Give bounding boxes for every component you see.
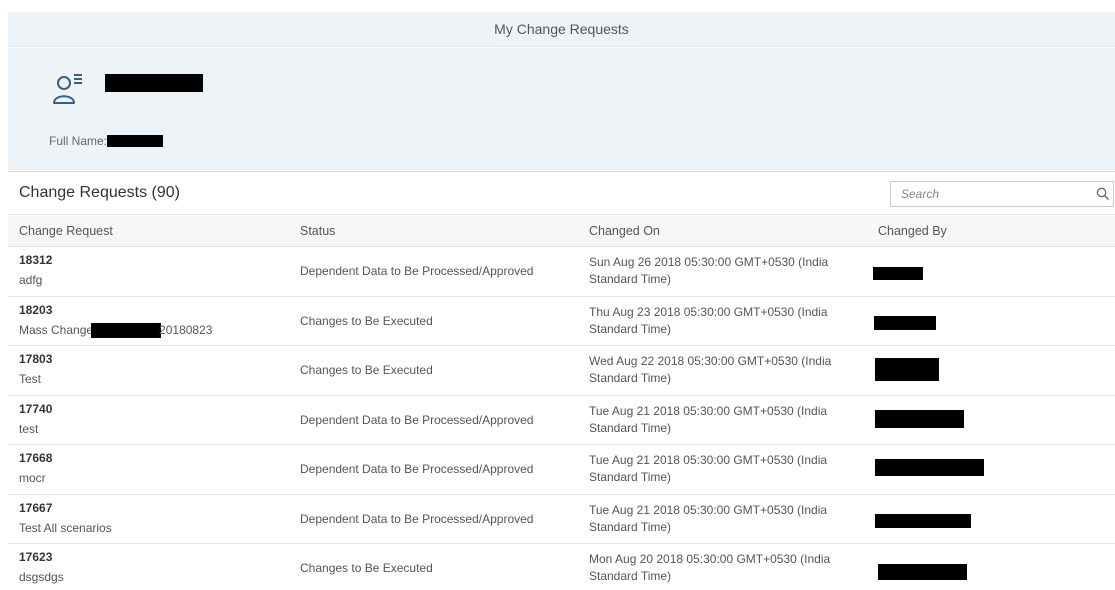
table-row[interactable]: 18312 adfg Dependent Data to Be Processe… [8,247,1115,297]
table-row[interactable]: 17668 mocr Dependent Data to Be Processe… [8,445,1115,495]
redacted-user-name [105,74,203,92]
redacted-changed-by [874,315,936,330]
redacted-changed-by [878,564,967,580]
table-row[interactable]: 17740 test Dependent Data to Be Processe… [8,395,1115,445]
redacted-full-name [107,135,164,147]
redacted-changed-by [875,459,984,476]
description-suffix: 20180823 [159,323,213,337]
description-prefix: Mass Change [19,323,94,337]
column-header-changed-by[interactable]: Changed By [878,224,947,238]
changed-on-text: Sun Aug 26 2018 05:30:00 GMT+0530 (India… [589,255,829,286]
change-request-description: Mass Change 20180823 [19,322,213,338]
page-title: My Change Requests [8,12,1115,47]
status-text: Dependent Data to Be Processed/Approved [300,264,534,278]
redacted-description-part [91,322,162,338]
change-request-description: dsgsdgs [19,570,64,584]
search-field[interactable] [890,181,1114,207]
change-request-description: mocr [19,471,46,485]
change-request-id: 17803 [19,352,53,366]
app: My Change Requests Full Name: Change Req… [8,0,1115,590]
status-text: Changes to Be Executed [300,363,433,377]
change-request-id: 17668 [19,451,53,465]
redacted-changed-by [875,513,971,528]
column-header-changed-on[interactable]: Changed On [589,224,660,238]
change-request-id: 18312 [19,253,53,267]
redacted-changed-by [875,409,964,428]
changed-on-text: Tue Aug 21 2018 05:30:00 GMT+0530 (India… [589,453,828,484]
full-name-label: Full Name: [49,134,108,148]
status-text: Changes to Be Executed [300,313,433,328]
search-icon[interactable] [1093,182,1113,206]
change-request-id: 17667 [19,500,53,515]
changed-on-text: Wed Aug 22 2018 05:30:00 GMT+0530 (India… [589,354,832,385]
change-request-description: test [19,421,39,436]
status-text: Dependent Data to Be Processed/Approved [300,412,534,427]
column-header-change-request[interactable]: Change Request [19,224,113,238]
search-input[interactable] [891,182,1093,206]
list-toolbar: Change Requests (90) [8,171,1115,215]
table-row[interactable]: 17803 Test Changes to Be Executed Wed Au… [8,346,1115,396]
status-text: Dependent Data to Be Processed/Approved [300,462,534,476]
user-list-icon [52,70,88,108]
column-header-status[interactable]: Status [300,224,335,238]
changed-on-text: Tue Aug 21 2018 05:30:00 GMT+0530 (India… [589,403,828,435]
table-row[interactable]: 18203 Mass Change 20180823 Changes to Be… [8,296,1115,346]
full-name-row: Full Name: [49,134,164,148]
change-request-description: Test All scenarios [19,520,112,535]
change-request-id: 17740 [19,401,53,416]
changed-on-text: Mon Aug 20 2018 05:30:00 GMT+0530 (India… [589,552,831,583]
change-request-id: 17623 [19,550,53,564]
changed-on-text: Thu Aug 23 2018 05:30:00 GMT+0530 (India… [589,304,828,336]
change-request-list: 18312 adfg Dependent Data to Be Processe… [8,247,1115,590]
redacted-changed-by [875,358,939,381]
list-title: Change Requests (90) [19,184,180,201]
redacted-changed-by [873,267,923,280]
table-row[interactable]: 17623 dsgsdgs Changes to Be Executed Mon… [8,544,1115,590]
table-header: Change Request Status Changed On Changed… [8,216,1115,247]
user-header: Full Name: [8,48,1115,170]
status-text: Changes to Be Executed [300,561,433,575]
table-row[interactable]: 17667 Test All scenarios Dependent Data … [8,494,1115,544]
change-request-id: 18203 [19,302,53,317]
change-request-description: adfg [19,273,43,287]
changed-on-text: Tue Aug 21 2018 05:30:00 GMT+0530 (India… [589,502,828,534]
status-text: Dependent Data to Be Processed/Approved [300,511,534,526]
change-request-description: Test [19,372,42,386]
